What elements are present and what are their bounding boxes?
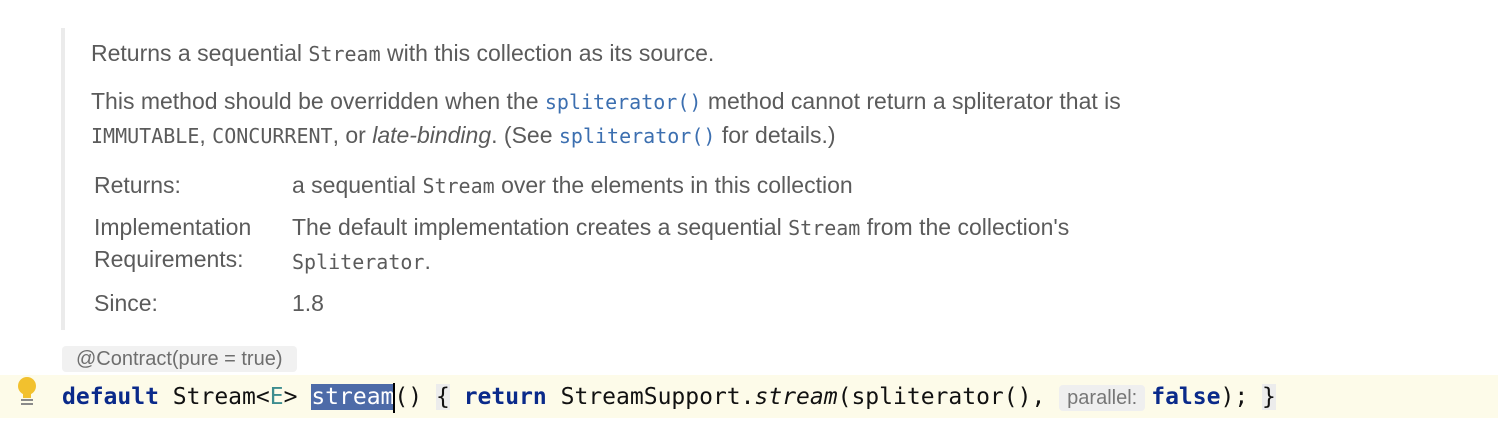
doc-paragraph-line-2: IMMUTABLE, CONCURRENT, or late-binding. … xyxy=(91,122,836,148)
since-label: Since: xyxy=(94,290,158,316)
impl-label-2: Requirements: xyxy=(94,246,244,272)
doc-paragraph-line-1: This method should be overridden when th… xyxy=(91,88,1121,114)
doc-summary: Returns a sequential Stream with this co… xyxy=(91,40,715,66)
impl-value-line-2: Spliterator. xyxy=(292,248,431,274)
impl-value-line-1: The default implementation creates a seq… xyxy=(292,214,1070,240)
selected-method-name[interactable]: stream xyxy=(311,384,395,410)
doc-border xyxy=(61,28,65,330)
returns-value: a sequential Stream over the elements in… xyxy=(292,172,853,198)
lightbulb-icon[interactable] xyxy=(16,376,38,408)
stream-call: stream xyxy=(754,384,838,410)
returns-label: Returns: xyxy=(94,172,181,198)
since-value: 1.8 xyxy=(292,290,324,316)
contract-annotation-hint[interactable]: @Contract(pure = true) xyxy=(62,346,297,372)
spliterator-link[interactable]: spliterator() xyxy=(545,90,702,114)
keyword-default: default xyxy=(62,384,159,410)
close-brace: } xyxy=(1262,384,1276,410)
spliterator-link[interactable]: spliterator() xyxy=(559,124,716,148)
parameter-hint: parallel: xyxy=(1059,385,1146,411)
return-type: Stream< xyxy=(172,384,270,410)
impl-label-1: Implementation xyxy=(94,214,252,240)
code-line[interactable]: default Stream<E> stream() { return Stre… xyxy=(62,378,1276,416)
open-brace: { xyxy=(435,384,450,410)
type-parameter: E xyxy=(269,384,284,410)
keyword-return: return xyxy=(463,384,547,410)
keyword-false: false xyxy=(1151,384,1221,410)
